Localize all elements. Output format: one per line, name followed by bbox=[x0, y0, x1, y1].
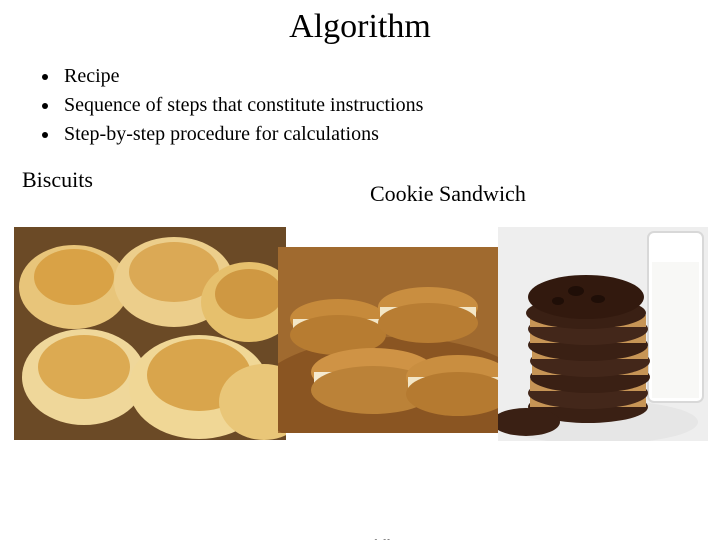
bullet-list: Recipe Sequence of steps that constitute… bbox=[50, 62, 720, 149]
slide: Algorithm Recipe Sequence of steps that … bbox=[0, 8, 720, 540]
slide-title: Algorithm bbox=[0, 8, 720, 46]
image-chocolate-cookies bbox=[498, 227, 708, 441]
image-cookie-sandwich bbox=[278, 247, 510, 433]
image-labels-row: Biscuits Cookie Sandwich bbox=[0, 167, 720, 227]
list-item: Recipe bbox=[60, 62, 720, 91]
list-item: Step-by-step procedure for calculations bbox=[60, 120, 720, 149]
image-biscuits bbox=[14, 227, 286, 440]
label-cookie-sandwich: Cookie Sandwich bbox=[370, 181, 526, 207]
label-biscuits: Biscuits bbox=[22, 167, 93, 193]
image-row bbox=[0, 227, 720, 457]
list-item: Sequence of steps that constitute instru… bbox=[60, 91, 720, 120]
